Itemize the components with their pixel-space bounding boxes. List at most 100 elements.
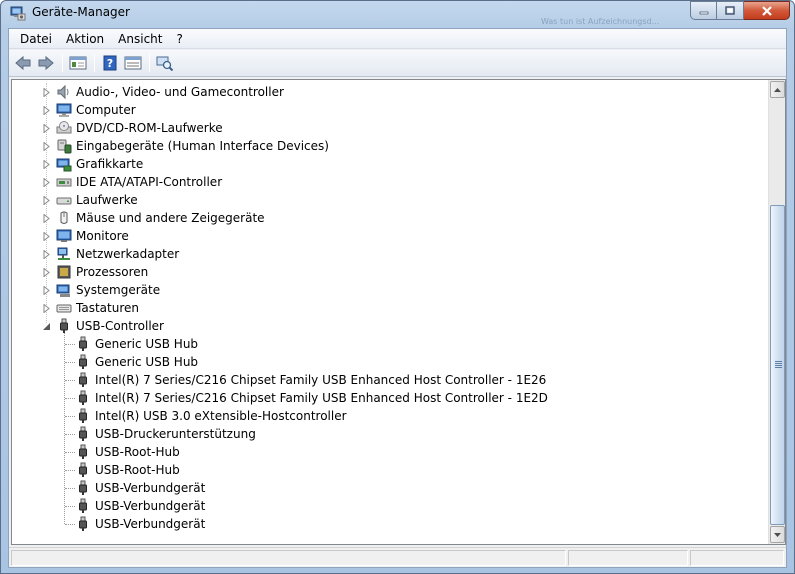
tree-category-label: Tastaturen — [76, 301, 139, 315]
usb-device-label: USB-Root-Hub — [95, 463, 180, 477]
scan-hardware-button[interactable] — [154, 52, 176, 74]
tree-connector-branch — [65, 380, 75, 381]
usb-device-row[interactable]: USB-Root-Hub — [12, 461, 752, 479]
tree-category-row[interactable]: Computer — [12, 101, 752, 119]
properties-button[interactable] — [122, 52, 144, 74]
tree-connector-branch — [65, 470, 75, 471]
tree-connector-branch — [65, 398, 75, 399]
ide-controller-icon — [56, 174, 72, 190]
window-title: Geräte-Manager — [32, 5, 130, 19]
usb-device-row[interactable]: Generic USB Hub — [12, 353, 752, 371]
menu-datei[interactable]: Datei — [13, 29, 59, 49]
usb-device-row[interactable]: USB-Verbundgerät — [12, 479, 752, 497]
tree-category-row[interactable]: Systemgeräte — [12, 281, 752, 299]
menu-ansicht[interactable]: Ansicht — [111, 29, 169, 49]
usb-device-label: Intel(R) 7 Series/C216 Chipset Family US… — [95, 391, 548, 405]
usb-icon — [75, 390, 91, 406]
tree-category-row[interactable]: Eingabegeräte (Human Interface Devices) — [12, 137, 752, 155]
tree-connector-branch — [65, 434, 75, 435]
forward-arrow-icon — [38, 55, 54, 71]
expand-arrow-icon[interactable] — [42, 178, 51, 187]
usb-device-label: USB-Druckerunterstützung — [95, 427, 256, 441]
back-button[interactable] — [12, 52, 34, 74]
tree-category-row[interactable]: Prozessoren — [12, 263, 752, 281]
status-bar — [9, 547, 786, 567]
tree-category-row[interactable]: Mäuse und andere Zeigegeräte — [12, 209, 752, 227]
tree-category-label: Eingabegeräte (Human Interface Devices) — [76, 139, 329, 153]
scroll-down-button[interactable] — [770, 526, 785, 543]
menu-bar: Datei Aktion Ansicht ? — [9, 29, 786, 49]
expand-arrow-icon[interactable] — [42, 286, 51, 295]
tree-category-row[interactable]: Tastaturen — [12, 299, 752, 317]
scroll-thumb[interactable] — [770, 205, 785, 525]
tree-category-row[interactable]: IDE ATA/ATAPI-Controller — [12, 173, 752, 191]
expand-arrow-icon[interactable] — [42, 214, 51, 223]
minimize-button[interactable] — [690, 1, 717, 20]
scan-hardware-icon — [156, 56, 174, 71]
expand-arrow-icon[interactable] — [42, 106, 51, 115]
tree-category-label: DVD/CD-ROM-Laufwerke — [76, 121, 223, 135]
usb-device-label: USB-Verbundgerät — [95, 499, 206, 513]
toolbar: ? — [9, 50, 786, 77]
usb-device-row[interactable]: USB-Verbundgerät — [12, 515, 752, 533]
tree-category-label: USB-Controller — [76, 319, 164, 333]
usb-device-row[interactable]: USB-Druckerunterstützung — [12, 425, 752, 443]
speaker-icon — [56, 84, 72, 100]
usb-device-row[interactable]: USB-Root-Hub — [12, 443, 752, 461]
status-panel-2 — [568, 550, 688, 566]
keyboard-icon — [56, 300, 72, 316]
tree-connector-branch — [65, 344, 75, 345]
expand-arrow-icon[interactable] — [42, 304, 51, 313]
tree-category-label: Monitore — [76, 229, 129, 243]
expand-arrow-icon[interactable] — [42, 232, 51, 241]
tree-category-row[interactable]: Laufwerke — [12, 191, 752, 209]
usb-device-row[interactable]: Intel(R) 7 Series/C216 Chipset Family US… — [12, 389, 752, 407]
expand-arrow-icon[interactable] — [42, 142, 51, 151]
tree-category-row[interactable]: Grafikkarte — [12, 155, 752, 173]
tree-category-label: Grafikkarte — [76, 157, 144, 171]
forward-button[interactable] — [35, 52, 57, 74]
vertical-scrollbar[interactable] — [768, 80, 785, 544]
collapse-arrow-icon[interactable] — [42, 322, 51, 331]
svg-text:?: ? — [107, 57, 113, 70]
tree-connector-branch — [65, 416, 75, 417]
usb-device-row[interactable]: Intel(R) 7 Series/C216 Chipset Family US… — [12, 371, 752, 389]
tree-category-row[interactable]: Audio-, Video- und Gamecontroller — [12, 83, 752, 101]
expand-arrow-icon[interactable] — [42, 124, 51, 133]
expand-arrow-icon[interactable] — [42, 160, 51, 169]
toolbar-separator — [62, 54, 63, 72]
menu-aktion[interactable]: Aktion — [59, 29, 111, 49]
device-tree-pane: Audio-, Video- und Gamecontroller Compute… — [11, 79, 786, 545]
tree-category-row[interactable]: Netzwerkadapter — [12, 245, 752, 263]
tree-category-label: Laufwerke — [76, 193, 138, 207]
back-arrow-icon — [15, 55, 31, 71]
close-button[interactable] — [744, 1, 790, 20]
usb-icon — [75, 480, 91, 496]
maximize-button[interactable] — [717, 1, 744, 20]
device-tree[interactable]: Audio-, Video- und Gamecontroller Compute… — [12, 80, 770, 544]
menu-help[interactable]: ? — [169, 29, 189, 49]
title-bar[interactable]: Geräte-Manager Was tun ist Aufzeichnungs… — [1, 1, 794, 26]
usb-device-row[interactable]: Intel(R) USB 3.0 eXtensible-Hostcontroll… — [12, 407, 752, 425]
usb-device-row[interactable]: Generic USB Hub — [12, 335, 752, 353]
scroll-up-button[interactable] — [770, 81, 785, 98]
tree-category-row[interactable]: DVD/CD-ROM-Laufwerke — [12, 119, 752, 137]
caption-buttons — [690, 1, 790, 20]
status-panel-3 — [690, 550, 784, 566]
expand-arrow-icon[interactable] — [42, 268, 51, 277]
usb-icon — [56, 318, 72, 334]
tree-category-label: Audio-, Video- und Gamecontroller — [76, 85, 284, 99]
usb-device-row[interactable]: USB-Verbundgerät — [12, 497, 752, 515]
show-hide-console-tree-icon — [69, 56, 87, 70]
help-button[interactable]: ? — [99, 52, 121, 74]
tree-category-row[interactable]: Monitore — [12, 227, 752, 245]
network-adapter-icon — [56, 246, 72, 262]
expand-arrow-icon[interactable] — [42, 196, 51, 205]
expand-arrow-icon[interactable] — [42, 88, 51, 97]
show-hide-console-tree-button[interactable] — [67, 52, 89, 74]
usb-icon — [75, 462, 91, 478]
usb-device-label: Generic USB Hub — [95, 355, 199, 369]
tree-category-row[interactable]: USB-Controller — [12, 317, 752, 335]
expand-arrow-icon[interactable] — [42, 250, 51, 259]
device-manager-icon — [10, 5, 26, 21]
